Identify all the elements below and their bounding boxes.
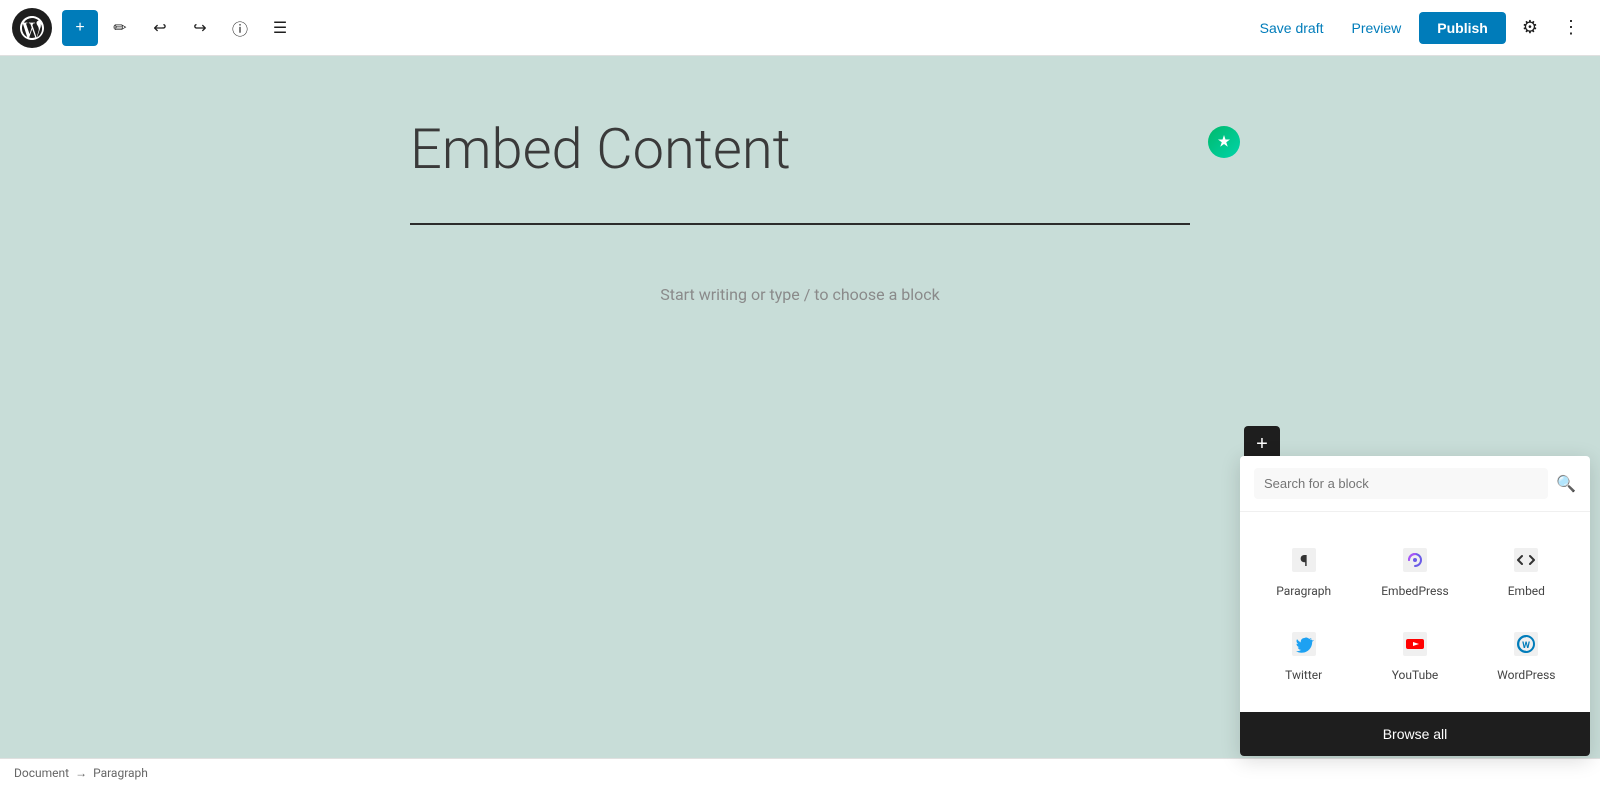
preview-label: Preview bbox=[1352, 20, 1402, 36]
publish-label: Publish bbox=[1437, 20, 1488, 36]
youtube-block-icon bbox=[1397, 626, 1433, 662]
wordpress-block-label: WordPress bbox=[1497, 668, 1555, 682]
status-context: Paragraph bbox=[93, 766, 148, 780]
svg-text:¶: ¶ bbox=[1300, 551, 1308, 570]
paragraph-block-label: Paragraph bbox=[1276, 584, 1331, 598]
wordpress-logo[interactable] bbox=[12, 8, 52, 48]
search-icon-button[interactable]: 🔍 bbox=[1556, 474, 1576, 494]
editor-area: Embed Content Start writing or type / to… bbox=[0, 56, 1600, 786]
embedpress-block-label: EmbedPress bbox=[1381, 584, 1449, 598]
block-placeholder[interactable]: Start writing or type / to choose a bloc… bbox=[410, 265, 1190, 324]
youtube-block-label: YouTube bbox=[1392, 668, 1439, 682]
redo-button[interactable]: ↪ bbox=[182, 10, 218, 46]
editor-content: Embed Content Start writing or type / to… bbox=[410, 116, 1190, 324]
embedpress-block-icon bbox=[1397, 542, 1433, 578]
save-draft-button[interactable]: Save draft bbox=[1250, 14, 1334, 42]
embed-block-icon bbox=[1508, 542, 1544, 578]
block-item-twitter[interactable]: Twitter bbox=[1248, 612, 1359, 696]
block-item-wordpress[interactable]: W WordPress bbox=[1471, 612, 1582, 696]
block-item-youtube[interactable]: YouTube bbox=[1359, 612, 1470, 696]
search-icon: 🔍 bbox=[1556, 476, 1576, 493]
grammarly-icon[interactable] bbox=[1208, 126, 1240, 158]
block-search-input[interactable] bbox=[1254, 468, 1548, 499]
paragraph-block-icon: ¶ bbox=[1286, 542, 1322, 578]
save-draft-label: Save draft bbox=[1260, 20, 1324, 36]
undo-button[interactable]: ↩ bbox=[142, 10, 178, 46]
status-breadcrumb: Document bbox=[14, 766, 69, 780]
plus-icon: + bbox=[1256, 433, 1268, 456]
settings-button[interactable]: ⚙ bbox=[1514, 11, 1546, 44]
browse-all-button[interactable]: Browse all bbox=[1240, 712, 1590, 756]
block-grid: ¶ Paragraph EmbedPre bbox=[1240, 512, 1590, 712]
status-bar: Document → Paragraph bbox=[0, 758, 1600, 786]
editor-divider bbox=[410, 223, 1190, 225]
list-view-button[interactable]: ☰ bbox=[262, 10, 298, 46]
status-separator: → bbox=[75, 766, 87, 780]
block-search-area: 🔍 bbox=[1240, 456, 1590, 512]
svg-text:W: W bbox=[1522, 641, 1530, 651]
add-block-toolbar-button[interactable]: + bbox=[62, 10, 98, 46]
block-picker-panel: 🔍 ¶ Paragraph bbox=[1240, 456, 1590, 756]
gear-icon: ⚙ bbox=[1522, 17, 1538, 38]
post-title[interactable]: Embed Content bbox=[410, 116, 1190, 183]
plus-icon: + bbox=[75, 19, 84, 37]
info-icon: ⓘ bbox=[232, 16, 248, 40]
list-view-icon: ☰ bbox=[273, 18, 287, 38]
block-item-embed[interactable]: Embed bbox=[1471, 528, 1582, 612]
toolbar-right: Save draft Preview Publish ⚙ ⋮ bbox=[1250, 11, 1588, 44]
wordpress-block-icon: W bbox=[1508, 626, 1544, 662]
tools-button[interactable]: ✏ bbox=[102, 10, 138, 46]
embed-block-label: Embed bbox=[1508, 584, 1545, 598]
pencil-icon: ✏ bbox=[113, 18, 126, 38]
more-options-button[interactable]: ⋮ bbox=[1554, 11, 1588, 44]
twitter-block-icon bbox=[1286, 626, 1322, 662]
block-item-paragraph[interactable]: ¶ Paragraph bbox=[1248, 528, 1359, 612]
ellipsis-icon: ⋮ bbox=[1562, 17, 1580, 38]
toolbar: + ✏ ↩ ↪ ⓘ ☰ Save draft Preview Publish ⚙… bbox=[0, 0, 1600, 56]
info-button[interactable]: ⓘ bbox=[222, 10, 258, 46]
twitter-block-label: Twitter bbox=[1285, 668, 1322, 682]
browse-all-label: Browse all bbox=[1383, 726, 1448, 742]
redo-icon: ↪ bbox=[193, 18, 206, 38]
publish-button[interactable]: Publish bbox=[1419, 12, 1506, 44]
undo-icon: ↩ bbox=[153, 18, 166, 38]
block-item-embedpress[interactable]: EmbedPress bbox=[1359, 528, 1470, 612]
preview-button[interactable]: Preview bbox=[1342, 14, 1412, 42]
